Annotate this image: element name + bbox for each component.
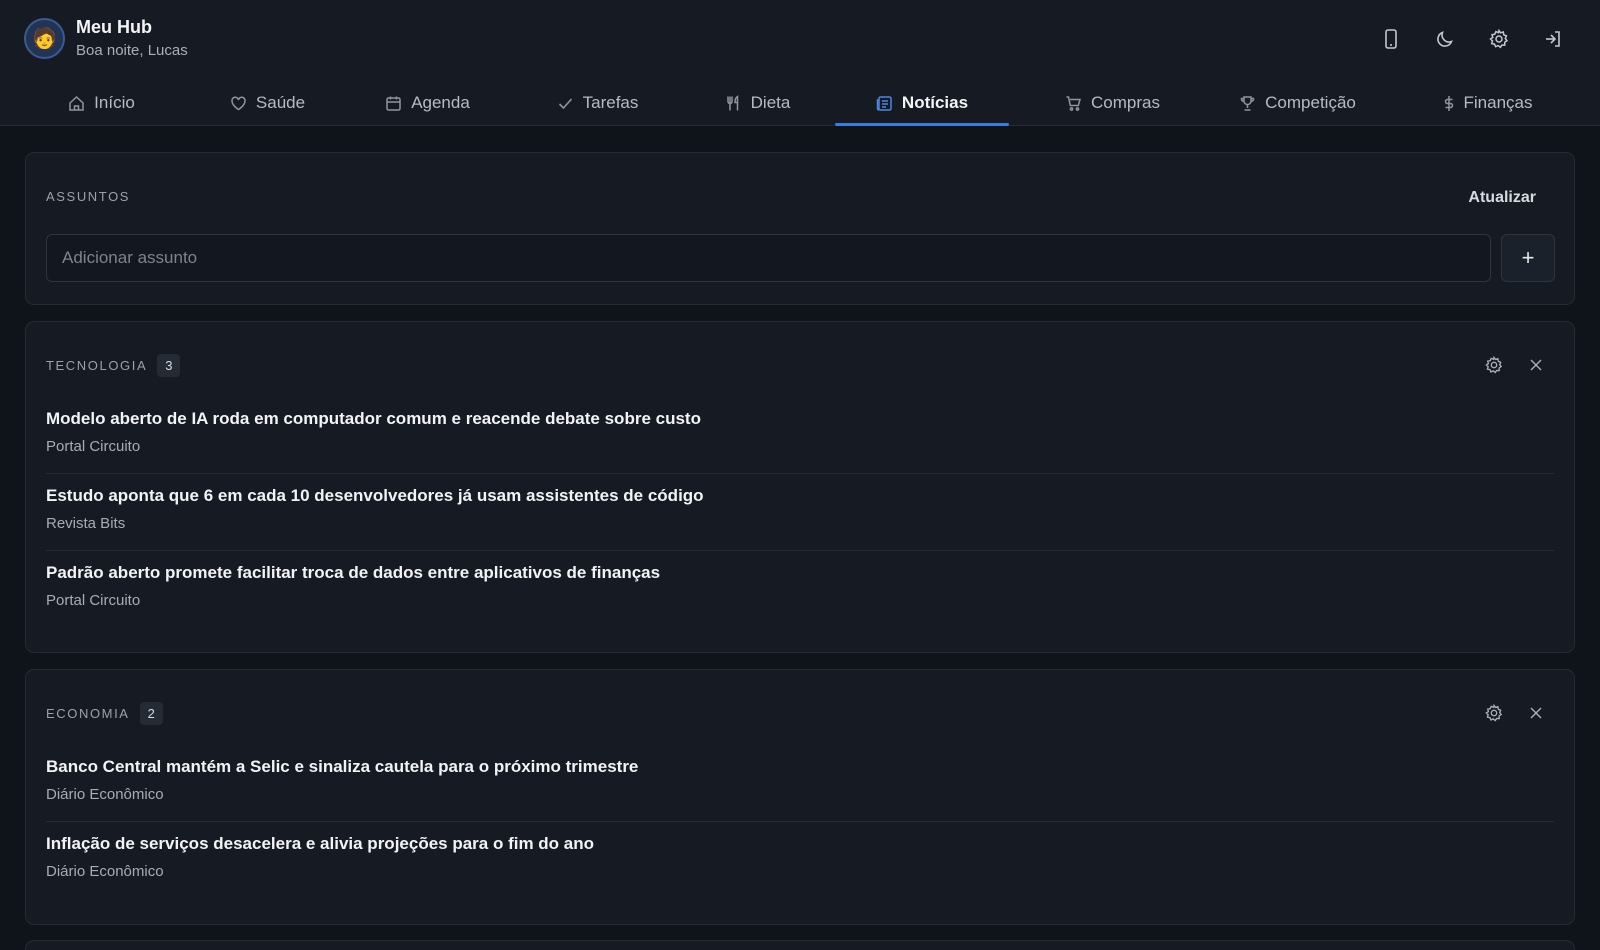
header-actions <box>1376 24 1568 54</box>
main-nav: Início Saúde Agenda Tarefas Dieta Notíci… <box>0 80 1600 126</box>
tab-noticias[interactable]: Notícias <box>835 80 1009 126</box>
avatar[interactable]: 🧑 <box>24 18 65 59</box>
refresh-button[interactable]: Atualizar <box>1468 189 1536 207</box>
item-count-badge: 3 <box>157 354 181 377</box>
news-list: Banco Central mantém a Selic e sinaliza … <box>46 745 1554 899</box>
news-section-tecnologia: TECNOLOGIA 3 Modelo aberto de IA roda em… <box>25 321 1575 653</box>
utensils-icon <box>725 94 742 112</box>
news-title[interactable]: Banco Central mantém a Selic e sinaliza … <box>46 756 1554 778</box>
tab-label: Compras <box>1091 93 1160 112</box>
tab-tarefas[interactable]: Tarefas <box>515 80 680 126</box>
app-header: 🧑 Meu Hub Boa noite, Lucas Início Saúde <box>0 0 1600 126</box>
check-icon <box>557 95 574 112</box>
cart-icon <box>1065 95 1082 112</box>
tab-label: Tarefas <box>582 93 639 112</box>
gear-icon[interactable] <box>1484 703 1504 723</box>
close-icon[interactable] <box>1526 703 1546 723</box>
gear-icon[interactable] <box>1484 24 1514 54</box>
section-title: TECNOLOGIA <box>46 358 148 373</box>
add-subject-input[interactable] <box>46 234 1491 282</box>
news-title[interactable]: Inflação de serviços desacelera e alivia… <box>46 833 1554 855</box>
news-source: Diário Econômico <box>46 786 164 803</box>
brand: 🧑 Meu Hub Boa noite, Lucas <box>24 16 188 61</box>
close-icon[interactable] <box>1526 355 1546 375</box>
logout-icon[interactable] <box>1538 24 1568 54</box>
item-count-badge: 2 <box>139 702 163 725</box>
section-actions <box>1484 355 1546 375</box>
news-section-next <box>25 940 1575 950</box>
news-item[interactable]: Banco Central mantém a Selic e sinaliza … <box>46 745 1554 822</box>
tab-competicao[interactable]: Competição <box>1210 80 1385 126</box>
tab-label: Notícias <box>901 93 969 112</box>
brand-text: Meu Hub Boa noite, Lucas <box>76 16 188 61</box>
tab-inicio[interactable]: Início <box>24 80 179 126</box>
news-item[interactable]: Estudo aponta que 6 em cada 10 desenvolv… <box>46 474 1554 551</box>
section-header: ECONOMIA 2 <box>46 702 163 725</box>
news-section-economia: ECONOMIA 2 Banco Central mantém a Selic … <box>25 669 1575 925</box>
news-source: Portal Circuito <box>46 592 141 609</box>
greeting: Boa noite, Lucas <box>76 42 188 59</box>
newspaper-icon <box>876 95 893 112</box>
home-icon <box>68 95 85 112</box>
section-actions <box>1484 703 1546 723</box>
tab-agenda[interactable]: Agenda <box>345 80 510 126</box>
tab-financas[interactable]: Finanças <box>1400 80 1575 126</box>
news-title[interactable]: Estudo aponta que 6 em cada 10 desenvolv… <box>46 485 1554 507</box>
news-title[interactable]: Modelo aberto de IA roda em computador c… <box>46 408 1554 430</box>
tab-label: Finanças <box>1463 93 1533 112</box>
tab-saude[interactable]: Saúde <box>190 80 345 126</box>
phone-icon[interactable] <box>1376 24 1406 54</box>
moon-icon[interactable] <box>1430 24 1460 54</box>
news-source: Revista Bits <box>46 515 126 532</box>
tab-compras[interactable]: Compras <box>1030 80 1195 126</box>
section-title: ECONOMIA <box>46 706 130 721</box>
app-title: Meu Hub <box>76 17 152 37</box>
news-source: Diário Econômico <box>46 863 164 880</box>
section-header: TECNOLOGIA 3 <box>46 354 181 377</box>
heart-icon <box>230 95 247 112</box>
subjects-label: ASSUNTOS <box>46 189 131 204</box>
news-item[interactable]: Inflação de serviços desacelera e alivia… <box>46 822 1554 899</box>
trophy-icon <box>1239 95 1256 112</box>
add-subject-button[interactable]: + <box>1501 234 1555 282</box>
tab-label: Saúde <box>255 93 306 112</box>
tab-dieta[interactable]: Dieta <box>680 80 835 126</box>
tab-label: Agenda <box>411 93 470 112</box>
gear-icon[interactable] <box>1484 355 1504 375</box>
tab-label: Início <box>94 93 135 112</box>
news-item[interactable]: Padrão aberto promete facilitar troca de… <box>46 551 1554 628</box>
subjects-card: ASSUNTOS Atualizar + <box>25 152 1575 305</box>
dollar-icon <box>1443 95 1455 112</box>
tab-label: Competição <box>1265 93 1356 112</box>
calendar-icon <box>385 95 402 112</box>
news-title[interactable]: Padrão aberto promete facilitar troca de… <box>46 562 1554 584</box>
tab-label: Dieta <box>750 93 791 112</box>
news-list: Modelo aberto de IA roda em computador c… <box>46 397 1554 628</box>
news-source: Portal Circuito <box>46 438 141 455</box>
news-item[interactable]: Modelo aberto de IA roda em computador c… <box>46 397 1554 474</box>
